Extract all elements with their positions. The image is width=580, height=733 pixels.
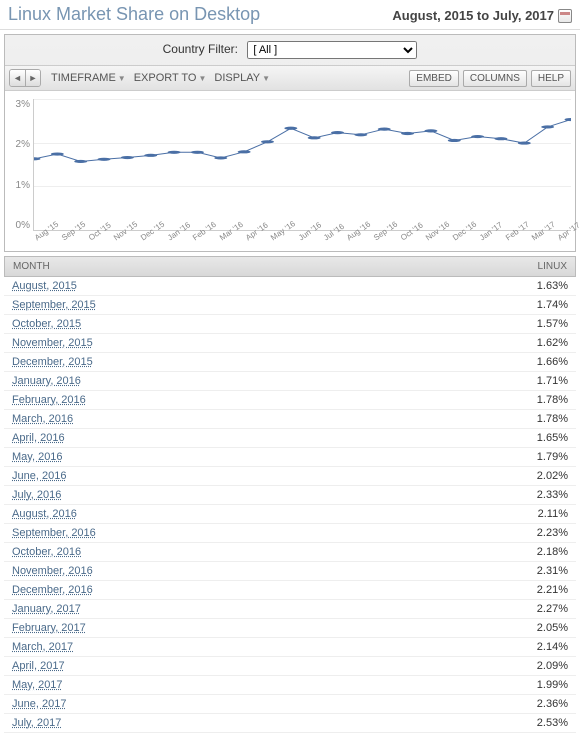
x-axis: Aug '15Sep '15Oct '15Nov '15Dec '15Jan '… — [33, 231, 571, 249]
linux-value: 2.33% — [518, 489, 568, 501]
linux-value: 2.11% — [518, 508, 568, 520]
linux-value: 1.78% — [518, 394, 568, 406]
y-axis: 3% 2% 1% 0% — [9, 99, 33, 249]
month-link[interactable]: December, 2015 — [12, 356, 518, 368]
month-link[interactable]: September, 2015 — [12, 299, 518, 311]
date-range[interactable]: August, 2015 to July, 2017 — [392, 8, 572, 23]
month-link[interactable]: February, 2017 — [12, 622, 518, 634]
linux-value: 2.31% — [518, 565, 568, 577]
country-filter-select[interactable]: [ All ] — [247, 41, 417, 59]
nav-buttons: ◄ ► — [9, 69, 41, 87]
linux-value: 2.14% — [518, 641, 568, 653]
table-row: January, 20161.71% — [4, 372, 576, 391]
nav-next-button[interactable]: ► — [25, 70, 40, 86]
timeframe-menu[interactable]: TIMEFRAME▼ — [49, 70, 128, 86]
month-link[interactable]: April, 2017 — [12, 660, 518, 672]
table-body: August, 20151.63%September, 20151.74%Oct… — [0, 277, 580, 733]
export-menu[interactable]: EXPORT TO▼ — [132, 70, 209, 86]
month-link[interactable]: November, 2016 — [12, 565, 518, 577]
table-row: December, 20162.21% — [4, 581, 576, 600]
table-row: January, 20172.27% — [4, 600, 576, 619]
month-link[interactable]: January, 2017 — [12, 603, 518, 615]
table-row: November, 20151.62% — [4, 334, 576, 353]
month-link[interactable]: October, 2016 — [12, 546, 518, 558]
linux-value: 2.36% — [518, 698, 568, 710]
month-link[interactable]: September, 2016 — [12, 527, 518, 539]
table-row: August, 20162.11% — [4, 505, 576, 524]
calendar-icon[interactable] — [558, 9, 572, 23]
chart-area: 3% 2% 1% 0% Aug '15Sep '15Oct '15Nov '15… — [5, 91, 575, 251]
columns-button[interactable]: COLUMNS — [463, 70, 527, 87]
month-link[interactable]: June, 2017 — [12, 698, 518, 710]
linux-value: 1.74% — [518, 299, 568, 311]
linux-value: 2.09% — [518, 660, 568, 672]
table-row: November, 20162.31% — [4, 562, 576, 581]
table-row: March, 20172.14% — [4, 638, 576, 657]
table-row: December, 20151.66% — [4, 353, 576, 372]
month-link[interactable]: January, 2016 — [12, 375, 518, 387]
table-row: October, 20151.57% — [4, 315, 576, 334]
month-link[interactable]: March, 2016 — [12, 413, 518, 425]
month-link[interactable]: November, 2015 — [12, 337, 518, 349]
table-row: February, 20172.05% — [4, 619, 576, 638]
linux-value: 1.63% — [518, 280, 568, 292]
line-chart — [34, 99, 571, 230]
month-link[interactable]: February, 2016 — [12, 394, 518, 406]
month-link[interactable]: July, 2017 — [12, 717, 518, 729]
month-link[interactable]: August, 2016 — [12, 508, 518, 520]
caret-down-icon: ▼ — [118, 74, 126, 83]
table-row: May, 20171.99% — [4, 676, 576, 695]
linux-value: 1.66% — [518, 356, 568, 368]
linux-value: 2.18% — [518, 546, 568, 558]
linux-value: 1.57% — [518, 318, 568, 330]
table-row: October, 20162.18% — [4, 543, 576, 562]
table-row: February, 20161.78% — [4, 391, 576, 410]
linux-value: 1.78% — [518, 413, 568, 425]
table-row: August, 20151.63% — [4, 277, 576, 296]
plot-area — [33, 99, 571, 231]
table-row: March, 20161.78% — [4, 410, 576, 429]
linux-value: 1.62% — [518, 337, 568, 349]
table-row: April, 20172.09% — [4, 657, 576, 676]
month-link[interactable]: July, 2016 — [12, 489, 518, 501]
linux-value: 2.05% — [518, 622, 568, 634]
table-row: September, 20162.23% — [4, 524, 576, 543]
linux-value: 2.21% — [518, 584, 568, 596]
month-link[interactable]: March, 2017 — [12, 641, 518, 653]
col-month[interactable]: MONTH — [13, 261, 517, 272]
toolbar: ◄ ► TIMEFRAME▼ EXPORT TO▼ DISPLAY▼ EMBED… — [5, 65, 575, 91]
table-row: June, 20172.36% — [4, 695, 576, 714]
display-menu[interactable]: DISPLAY▼ — [212, 70, 272, 86]
table-row: September, 20151.74% — [4, 296, 576, 315]
filter-panel: Country Filter: [ All ] ◄ ► TIMEFRAME▼ E… — [4, 34, 576, 252]
month-link[interactable]: April, 2016 — [12, 432, 518, 444]
table-row: June, 20162.02% — [4, 467, 576, 486]
caret-down-icon: ▼ — [262, 74, 270, 83]
linux-value: 1.71% — [518, 375, 568, 387]
table-row: July, 20162.33% — [4, 486, 576, 505]
nav-prev-button[interactable]: ◄ — [10, 70, 25, 86]
linux-value: 1.65% — [518, 432, 568, 444]
date-range-text: August, 2015 to July, 2017 — [392, 8, 554, 23]
table-header: MONTH LINUX — [4, 256, 576, 277]
table-row: May, 20161.79% — [4, 448, 576, 467]
help-button[interactable]: HELP — [531, 70, 571, 87]
linux-value: 2.53% — [518, 717, 568, 729]
month-link[interactable]: October, 2015 — [12, 318, 518, 330]
linux-value: 1.79% — [518, 451, 568, 463]
month-link[interactable]: December, 2016 — [12, 584, 518, 596]
table-row: April, 20161.65% — [4, 429, 576, 448]
table-row: July, 20172.53% — [4, 714, 576, 733]
linux-value: 2.27% — [518, 603, 568, 615]
caret-down-icon: ▼ — [198, 74, 206, 83]
country-filter-label: Country Filter: — [163, 42, 238, 56]
col-linux[interactable]: LINUX — [517, 261, 567, 272]
page-title: Linux Market Share on Desktop — [8, 4, 260, 25]
linux-value: 2.23% — [518, 527, 568, 539]
linux-value: 2.02% — [518, 470, 568, 482]
month-link[interactable]: June, 2016 — [12, 470, 518, 482]
month-link[interactable]: May, 2016 — [12, 451, 518, 463]
month-link[interactable]: August, 2015 — [12, 280, 518, 292]
embed-button[interactable]: EMBED — [409, 70, 459, 87]
